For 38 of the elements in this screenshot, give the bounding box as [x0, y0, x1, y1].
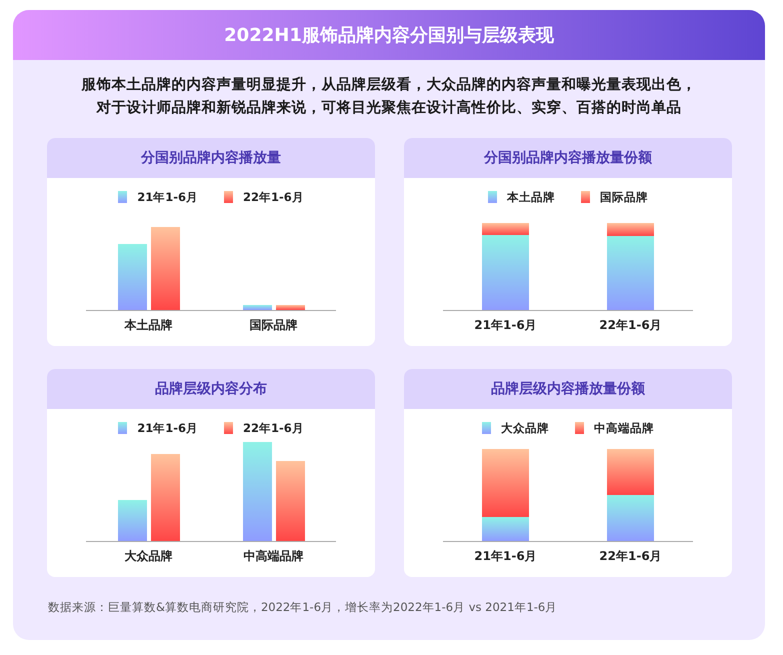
legend-swatch	[118, 422, 128, 434]
bar	[118, 244, 146, 310]
legend-label: 国际品牌	[600, 190, 648, 204]
legend-label: 21年1-6月	[137, 420, 198, 436]
page-title: 2022H1服饰品牌内容分国别与层级表现	[224, 24, 554, 47]
bar	[242, 305, 272, 310]
axis-label: 中高端品牌	[242, 548, 304, 565]
chart-title: 品牌层级内容播放量份额	[491, 380, 645, 398]
chart-title: 分国别品牌内容播放量份额	[484, 149, 652, 167]
axis-label: 21年1-6月	[473, 548, 538, 565]
source-note: 数据来源：巨量算数&算数电商研究院，2022年1-6月，增长率为2022年1-6月 vs 2021年1-6月	[48, 600, 558, 614]
legend-label: 22年1-6月	[243, 420, 304, 436]
axis-label: 大众品牌	[124, 548, 174, 565]
bar	[118, 500, 146, 541]
axis-label: 22年1-6月	[598, 548, 663, 565]
legend-label: 大众品牌	[501, 420, 549, 436]
legend-swatch	[482, 422, 491, 434]
legend-swatch	[224, 191, 233, 203]
legend-label: 22年1-6月	[243, 190, 304, 204]
legend-label: 本土品牌	[507, 190, 555, 204]
legend-swatch	[224, 422, 233, 434]
summary-text: 对于设计师品牌和新锐品牌来说，可将目光聚焦在设计高性价比、实穿、百搭的时尚单品	[95, 98, 682, 118]
summary-text: 服饰本土品牌的内容声量明显提升，从品牌层级看，大众品牌的内容声量和曝光量表现出色，	[80, 75, 698, 95]
legend-swatch	[575, 422, 584, 434]
legend-swatch	[118, 191, 128, 203]
chart-title: 分国别品牌内容播放量	[141, 149, 281, 167]
axis-label: 本土品牌	[123, 317, 174, 334]
chart-title: 品牌层级内容分布	[155, 380, 267, 398]
bar	[276, 305, 304, 310]
axis-label: 22年1-6月	[598, 317, 663, 334]
bar-segment	[607, 495, 654, 541]
legend-swatch	[488, 191, 497, 203]
legend-label: 21年1-6月	[137, 190, 198, 204]
axis-label: 21年1-6月	[473, 317, 538, 334]
legend-label: 中高端品牌	[594, 420, 654, 436]
legend-swatch	[581, 191, 590, 203]
bar-segment	[607, 449, 654, 495]
axis-label: 国际品牌	[248, 317, 298, 334]
